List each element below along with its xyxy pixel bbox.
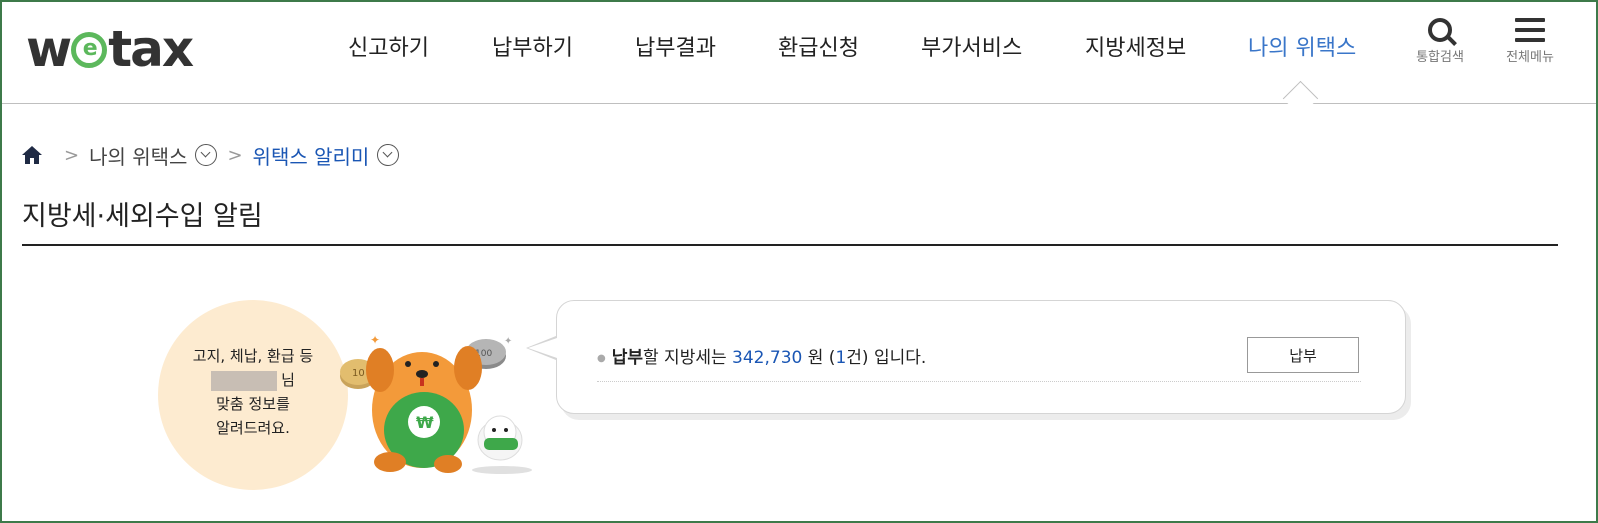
notice-bold: 납부 <box>611 348 644 368</box>
svg-text:₩: ₩ <box>416 413 434 432</box>
chevron-right-icon: > <box>227 144 243 166</box>
logo-w: w <box>26 20 72 78</box>
nav-item-pay[interactable]: 납부하기 <box>492 30 573 62</box>
notice-divider <box>597 381 1361 382</box>
payment-notice: ● 납부할 지방세는 342,730 원 (1건) 입니다. <box>597 343 926 368</box>
name-suffix: 님 <box>281 371 295 389</box>
search-button[interactable]: 통합검색 <box>1408 18 1472 65</box>
site-header: w e tax 신고하기 납부하기 납부결과 환급신청 부가서비스 지방세정보 나의… <box>2 2 1596 104</box>
chevron-right-icon: > <box>64 144 80 166</box>
bullet-dot: ● <box>597 352 606 364</box>
masked-username <box>211 370 278 391</box>
nav-item-report[interactable]: 신고하기 <box>348 30 429 62</box>
pay-button[interactable]: 납부 <box>1247 337 1359 373</box>
greeting-line-4: 알려드려요. <box>216 419 290 437</box>
breadcrumb-wetax-alimi[interactable]: 위택스 알리미 <box>253 141 370 170</box>
wetax-logo[interactable]: w e tax <box>26 24 194 74</box>
greeting-line-1: 고지, 체납, 환급 등 <box>192 347 314 365</box>
breadcrumb: > 나의 위택스 > 위택스 알리미 <box>22 140 400 170</box>
notice-text-1: 할 지방세는 <box>643 348 733 368</box>
payment-amount: 342,730 <box>732 348 803 368</box>
full-menu-button[interactable]: 전체메뉴 <box>1498 18 1562 65</box>
nav-item-my-wetax[interactable]: 나의 위택스 <box>1248 30 1356 62</box>
nav-item-refund[interactable]: 환급신청 <box>778 30 859 62</box>
header-divider <box>2 103 1596 104</box>
breadcrumb-my-wetax[interactable]: 나의 위택스 <box>89 141 187 170</box>
notice-text-2: 원 ( <box>802 348 836 368</box>
notice-bubble: ● 납부할 지방세는 342,730 원 (1건) 입니다. 납부 <box>556 300 1406 414</box>
greeting-circle: 고지, 체납, 환급 등 님 맞춤 정보를 알려드려요. <box>158 300 348 490</box>
home-icon[interactable] <box>22 146 42 164</box>
search-label: 통합검색 <box>1416 50 1464 65</box>
logo-e-circle: e <box>71 31 108 68</box>
hamburger-menu-icon <box>1515 18 1545 42</box>
title-divider <box>22 244 1558 246</box>
svg-text:✦: ✦ <box>370 333 380 347</box>
page-title: 지방세·세외수입 알림 <box>22 201 263 232</box>
nav-item-local-tax-info[interactable]: 지방세정보 <box>1085 30 1186 62</box>
nav-item-pay-result[interactable]: 납부결과 <box>635 30 716 62</box>
search-icon <box>1428 18 1452 42</box>
svg-text:10: 10 <box>352 368 365 379</box>
notice-text-3: 건) 입니다. <box>846 348 927 368</box>
mascot-illustration: 10 100 ₩ ✦ ✦ <box>340 333 532 474</box>
logo-tax: tax <box>108 20 194 78</box>
chevron-down-icon[interactable] <box>195 144 218 166</box>
chevron-down-icon[interactable] <box>377 144 400 166</box>
svg-text:✦: ✦ <box>504 336 512 347</box>
payment-count: 1 <box>835 348 847 368</box>
greeting-name-line: 님 <box>158 368 348 392</box>
greeting-line-3: 맞춤 정보를 <box>216 395 290 413</box>
logo-e: e <box>82 35 98 61</box>
nav-item-extra-services[interactable]: 부가서비스 <box>921 30 1022 62</box>
full-menu-label: 전체메뉴 <box>1506 50 1554 65</box>
speech-bubble-tail-inner <box>528 338 557 358</box>
